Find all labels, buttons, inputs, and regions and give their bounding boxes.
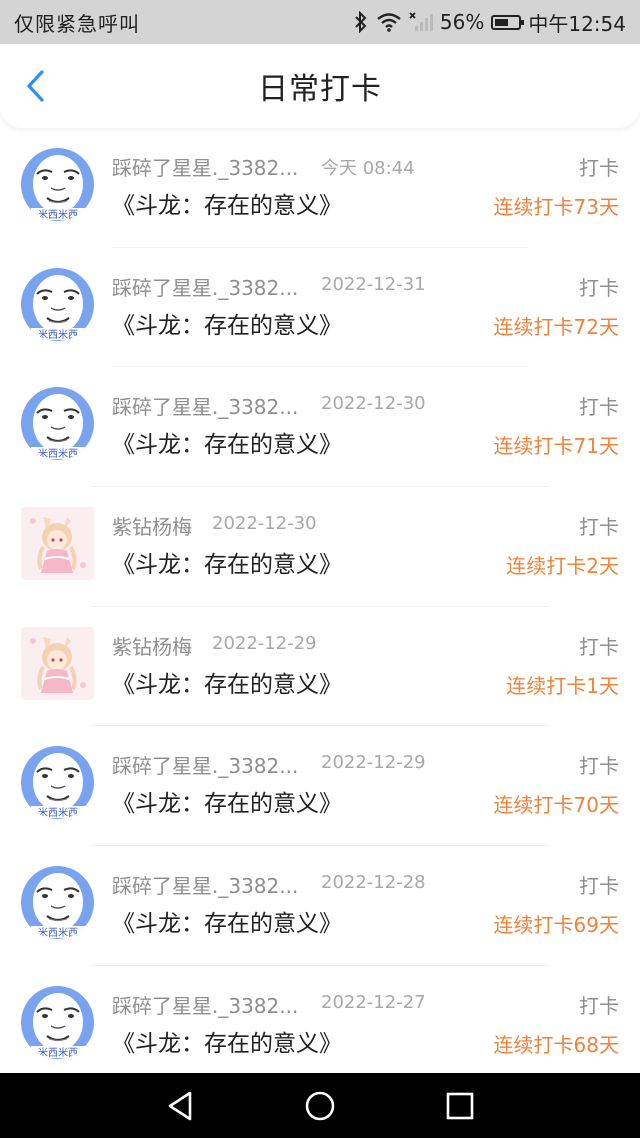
user-name[interactable]: 踩碎了星星._3382... <box>112 870 298 899</box>
list-item[interactable]: 紫钻杨梅 2022-12-30 打卡 《斗龙：存在的意义》 连续打卡2天 <box>0 487 640 607</box>
streak-count: 连续打卡68天 <box>493 1032 619 1057</box>
streak-count: 连续打卡72天 <box>493 314 619 339</box>
checkin-date: 2022-12-30 <box>212 513 317 535</box>
checkin-type-label: 打卡 <box>579 874 619 899</box>
book-title: 《斗龙：存在的意义》 <box>112 1030 342 1057</box>
list-item[interactable]: 米西米西 踩碎了星星._3382... 2022-12-30 打卡 《斗龙：存在… <box>0 367 640 488</box>
anime-girl-avatar-image <box>21 626 94 700</box>
meme-face-avatar[interactable]: 米西米西 <box>21 746 94 820</box>
status-bar: 仅限紧急呼叫 56% 中午12:54 <box>0 0 640 44</box>
book-title: 《斗龙：存在的意义》 <box>112 312 342 339</box>
avatar-caption: 米西米西 <box>38 806 78 819</box>
avatar-caption: 米西米西 <box>38 1046 78 1059</box>
checkin-type-label: 打卡 <box>579 754 619 779</box>
streak-count: 连续打卡71天 <box>493 434 619 459</box>
checkin-type-label: 打卡 <box>579 993 619 1018</box>
checkin-date: 今天 08:44 <box>321 158 415 179</box>
book-title: 《斗龙：存在的意义》 <box>112 552 342 579</box>
meme-face-avatar-image: 米西米西 <box>21 267 94 341</box>
streak-count: 连续打卡2天 <box>506 554 619 579</box>
book-title: 《斗龙：存在的意义》 <box>112 911 342 938</box>
no-signal-icon <box>409 12 433 32</box>
bluetooth-icon <box>353 11 369 33</box>
avatar-caption: 米西米西 <box>38 447 78 460</box>
list-item[interactable]: 米西米西 踩碎了星星._3382... 今天 08:44 打卡 《斗龙：存在的意… <box>0 128 640 248</box>
battery-icon <box>491 14 525 30</box>
checkin-date: 2022-12-30 <box>321 393 426 415</box>
recents-square-icon <box>446 1092 474 1119</box>
checkin-type-label: 打卡 <box>579 395 619 420</box>
user-name[interactable]: 踩碎了星星._3382... <box>112 750 298 779</box>
meme-face-avatar-image: 米西米西 <box>21 387 94 461</box>
nav-back-button[interactable] <box>160 1086 200 1126</box>
user-name[interactable]: 踩碎了星星._3382... <box>112 391 298 420</box>
meme-face-avatar[interactable]: 米西米西 <box>21 267 94 341</box>
checkin-date: 2022-12-28 <box>321 872 426 894</box>
anime-girl-avatar[interactable] <box>21 507 94 581</box>
avatar-caption: 米西米西 <box>38 926 78 939</box>
meme-face-avatar[interactable]: 米西米西 <box>21 985 94 1059</box>
back-button[interactable] <box>18 66 52 106</box>
status-icons: 56% 中午12:54 <box>353 8 626 37</box>
meme-face-avatar-image: 米西米西 <box>21 746 94 820</box>
avatar-caption: 米西米西 <box>38 208 78 221</box>
meme-face-avatar[interactable]: 米西米西 <box>21 387 94 461</box>
meme-face-avatar[interactable]: 米西米西 <box>21 148 94 221</box>
book-title: 《斗龙：存在的意义》 <box>112 432 342 459</box>
meme-face-avatar-image: 米西米西 <box>21 148 94 221</box>
home-circle-icon <box>305 1091 335 1120</box>
anime-girl-avatar-image <box>21 507 94 581</box>
clock: 中午12:54 <box>528 11 626 36</box>
list-item[interactable]: 米西米西 踩碎了星星._3382... 2022-12-29 打卡 《斗龙：存在… <box>0 726 640 847</box>
user-name[interactable]: 紫钻杨梅 <box>112 511 192 540</box>
list-item[interactable]: 紫钻杨梅 2022-12-29 打卡 《斗龙：存在的意义》 连续打卡1天 <box>0 607 640 727</box>
system-nav-bar <box>0 1073 640 1138</box>
streak-count: 连续打卡73天 <box>493 195 619 219</box>
checkin-type-label: 打卡 <box>579 515 619 540</box>
checkin-type-label: 打卡 <box>579 156 619 180</box>
page-title: 日常打卡 <box>258 72 382 107</box>
wifi-icon <box>376 12 402 32</box>
carrier-status-text: 仅限紧急呼叫 <box>14 11 140 36</box>
nav-home-button[interactable] <box>300 1086 340 1126</box>
book-title: 《斗龙：存在的意义》 <box>112 193 342 219</box>
user-name[interactable]: 踩碎了星星._3382... <box>112 990 298 1019</box>
list-item[interactable]: 米西米西 踩碎了星星._3382... 2022-12-27 打卡 《斗龙：存在… <box>0 966 640 1086</box>
list-item[interactable]: 米西米西 踩碎了星星._3382... 2022-12-28 打卡 《斗龙：存在… <box>0 846 640 966</box>
list-item[interactable]: 米西米西 踩碎了星星._3382... 2022-12-31 打卡 《斗龙：存在… <box>0 248 640 368</box>
checkin-type-label: 打卡 <box>579 634 619 659</box>
chevron-left-icon <box>27 70 44 102</box>
book-title: 《斗龙：存在的意义》 <box>112 671 342 698</box>
battery-level <box>495 18 508 26</box>
user-name[interactable]: 踩碎了星星._3382... <box>112 152 298 181</box>
meme-face-avatar-image: 米西米西 <box>21 866 94 940</box>
app-header: 日常打卡 <box>0 44 640 128</box>
book-title: 《斗龙：存在的意义》 <box>112 791 342 818</box>
avatar-caption: 米西米西 <box>38 328 78 341</box>
battery-percent: 56% <box>439 10 485 34</box>
meme-face-avatar[interactable]: 米西米西 <box>21 866 94 940</box>
meme-face-avatar-image: 米西米西 <box>21 985 94 1059</box>
back-triangle-icon <box>168 1091 192 1120</box>
checkin-date: 2022-12-27 <box>321 991 426 1013</box>
checkin-date: 2022-12-31 <box>321 273 426 295</box>
streak-count: 连续打卡70天 <box>493 793 619 818</box>
nav-recents-button[interactable] <box>440 1086 480 1126</box>
checkin-type-label: 打卡 <box>579 275 619 300</box>
checkin-list: 米西米西 踩碎了星星._3382... 今天 08:44 打卡 《斗龙：存在的意… <box>0 128 640 1086</box>
streak-count: 连续打卡1天 <box>506 673 619 698</box>
user-name[interactable]: 紫钻杨梅 <box>112 631 192 660</box>
streak-count: 连续打卡69天 <box>493 913 619 938</box>
checkin-date: 2022-12-29 <box>212 632 317 654</box>
user-name[interactable]: 踩碎了星星._3382... <box>112 272 298 301</box>
checkin-date: 2022-12-29 <box>321 752 426 774</box>
anime-girl-avatar[interactable] <box>21 626 94 700</box>
